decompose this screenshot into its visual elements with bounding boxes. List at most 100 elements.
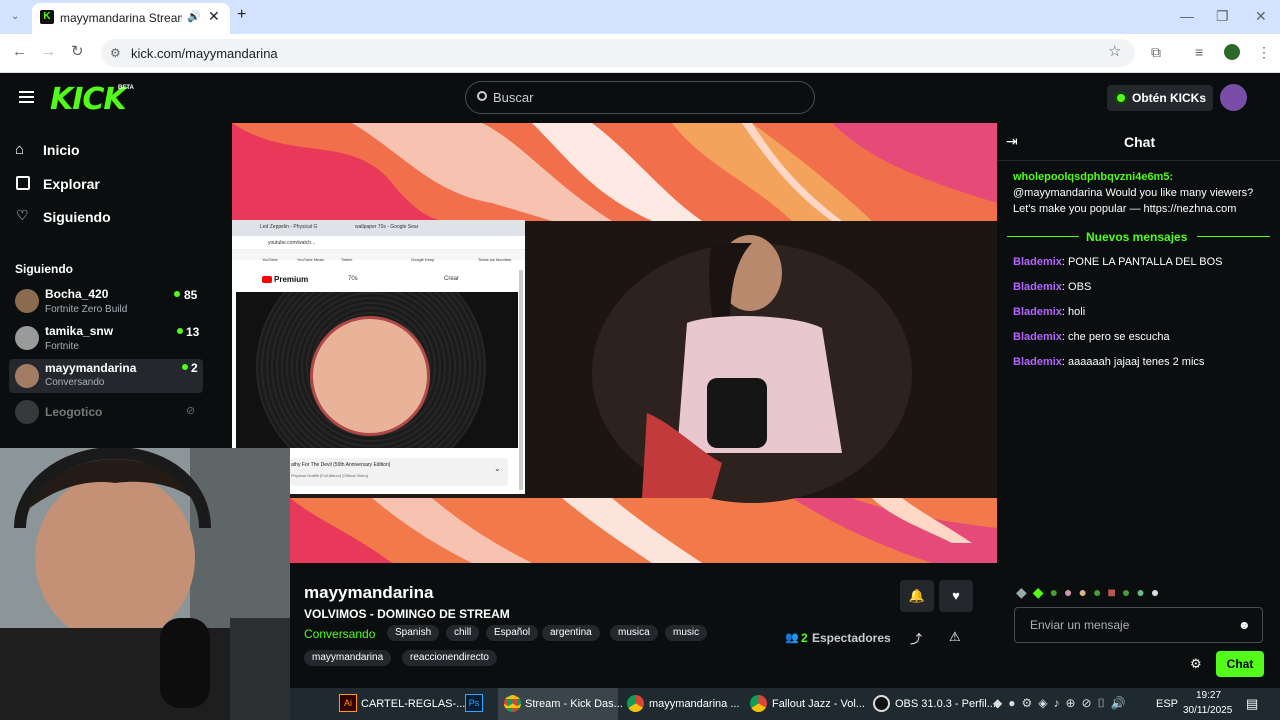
emote-icon[interactable]: ● [1079, 584, 1093, 600]
emote-icon[interactable]: ● [1050, 584, 1064, 600]
chrome-icon[interactable] [504, 695, 521, 712]
collapse-chat-icon[interactable]: ⇥ [1006, 133, 1018, 150]
emote-icon[interactable]: ◆ [1016, 584, 1033, 600]
chat-message: Blademix: OBS [1013, 281, 1092, 293]
taskbar-item[interactable]: mayymandarina ... [649, 698, 739, 710]
url-text: kick.com/mayymandarina [131, 46, 278, 61]
maximize-icon[interactable]: ❐ [1216, 9, 1229, 23]
profile-avatar[interactable] [1224, 44, 1240, 60]
webcam-overlay [0, 448, 290, 720]
chat-settings-icon[interactable]: ⚙ [1190, 656, 1202, 672]
send-chat-button[interactable]: Chat [1216, 651, 1264, 677]
taskbar-item[interactable]: OBS 31.0.3 - Perfil... [895, 698, 996, 710]
chat-text: holi [1068, 306, 1086, 318]
channel-category: Fortnite Zero Build [45, 304, 128, 315]
chat-message: Blademix: aaaaaah jajaaj tenes 2 mics [1013, 356, 1205, 368]
window-close-icon[interactable]: ✕ [1255, 9, 1267, 23]
embedded-bookmark: Twitch [341, 257, 353, 262]
tab-close-icon[interactable]: ✕ [208, 9, 220, 23]
taskbar-item[interactable]: CARTEL-REGLAS-... [361, 698, 465, 710]
chrome-icon[interactable] [750, 695, 767, 712]
nav-explorar[interactable]: Explorar [43, 176, 100, 192]
embedded-bookmark: Google Keep [411, 257, 435, 262]
reload-icon[interactable]: ↻ [71, 44, 84, 59]
notifications-icon[interactable]: ▤ [1246, 696, 1258, 712]
site-info-icon[interactable]: ⚙ [110, 46, 121, 60]
chat-username[interactable]: Blademix [1013, 331, 1062, 343]
photoshop-icon[interactable]: Ps [465, 694, 483, 712]
emote-icon[interactable]: ● [1136, 584, 1150, 600]
chrome-icon[interactable] [627, 695, 644, 712]
language-indicator[interactable]: ESP [1156, 698, 1178, 710]
pinned-user[interactable]: wholepoolqsdphbqvzni4e6m5: [1013, 169, 1173, 185]
user-avatar[interactable] [1220, 84, 1247, 111]
tag[interactable]: Spanish [387, 625, 440, 641]
report-icon[interactable]: ⚠ [949, 629, 961, 645]
illustrator-icon[interactable]: Ai [339, 694, 357, 712]
tray-icons[interactable]: ◆●⚙◈♪⊕⊘⌷🔊 [993, 696, 1132, 711]
embedded-url: youtube.com/watch... [268, 240, 316, 246]
new-tab-icon[interactable]: + [237, 7, 246, 23]
stream-title: VOLVIMOS - DOMINGO DE STREAM [304, 607, 510, 621]
menu-kebab-icon[interactable]: ⋮ [1257, 45, 1271, 59]
channel-name[interactable]: Leogotico [45, 405, 102, 419]
nav-inicio[interactable]: Inicio [43, 142, 80, 158]
tag[interactable]: chill [446, 625, 480, 641]
emote-icon[interactable]: ■ [1107, 584, 1121, 600]
song-expand-icon[interactable]: ⌄ [494, 464, 501, 473]
channel-name[interactable]: Bocha_420 [45, 287, 108, 301]
tab-audio-icon[interactable]: 🔊 [187, 10, 201, 24]
emoji-icon[interactable]: ☻ [1238, 618, 1251, 632]
streamer-name[interactable]: mayymandarina [304, 583, 433, 603]
chat-message: Blademix: holi [1013, 306, 1086, 318]
obs-icon[interactable] [873, 695, 890, 712]
chat-username[interactable]: Blademix [1013, 356, 1062, 368]
pinned-message: @mayymandarina Would you like many viewe… [1013, 187, 1254, 215]
channel-category: Conversando [45, 377, 105, 388]
chat-username[interactable]: Blademix [1013, 306, 1062, 318]
tag[interactable]: argentina [542, 625, 600, 641]
minimize-icon[interactable]: — [1180, 9, 1194, 23]
extensions-icon[interactable]: ⧉ [1151, 45, 1161, 59]
taskbar-item[interactable]: Fallout Jazz - Vol... [772, 698, 865, 710]
song-title: athy For The Devil (50th Anniversary Edi… [291, 462, 391, 468]
clock-time[interactable]: 19:27 [1196, 690, 1221, 701]
tag[interactable]: Español [486, 625, 539, 641]
tag[interactable]: mayymandarina [304, 650, 392, 666]
back-icon[interactable]: ← [12, 44, 27, 59]
scrollbar[interactable] [519, 270, 523, 490]
tag[interactable]: music [665, 625, 708, 641]
share-icon[interactable]: ⤴ [910, 630, 922, 647]
tag[interactable]: musica [610, 625, 658, 641]
chat-username[interactable]: Blademix [1013, 256, 1062, 268]
yt-search-chip: 70s [348, 276, 358, 282]
channel-name[interactable]: tamika_snw [45, 324, 113, 338]
viewer-count: 2 [801, 631, 808, 645]
chat-username[interactable]: Blademix [1013, 281, 1062, 293]
chat-divider [997, 160, 1280, 161]
search-placeholder: Buscar [493, 90, 534, 105]
tag[interactable]: reaccionendirecto [402, 650, 497, 666]
emote-icon[interactable]: ● [1122, 584, 1136, 600]
emote-icon[interactable]: ◆ [1033, 584, 1050, 600]
kicks-coin-icon [1114, 91, 1128, 105]
stream-category[interactable]: Conversando [304, 627, 375, 641]
emote-icon[interactable]: ● [1064, 584, 1078, 600]
channel-name[interactable]: mayymandarina [45, 361, 136, 375]
embedded-bookmark: YouTube Music [297, 257, 325, 262]
nav-siguiendo[interactable]: Siguiendo [43, 209, 111, 225]
vinyl-record [236, 292, 518, 448]
hamburger-menu-icon[interactable] [19, 91, 34, 103]
bookmark-star-icon[interactable]: ☆ [1108, 44, 1121, 59]
clock-date[interactable]: 30/11/2025 [1183, 705, 1232, 716]
notification-bell-button[interactable]: 🔔 [900, 580, 934, 612]
follow-heart-button[interactable]: ♥ [939, 580, 973, 612]
following-title: Siguiendo [15, 262, 73, 276]
taskbar-item[interactable]: Stream - Kick Das... [525, 698, 623, 710]
emote-icon[interactable]: ● [1151, 584, 1165, 600]
media-control-icon[interactable]: ≡ [1195, 45, 1203, 59]
kick-logo[interactable]: KICK [50, 82, 127, 117]
emote-icon[interactable]: ● [1093, 584, 1107, 600]
forward-icon[interactable]: → [41, 44, 56, 59]
tab-search-icon[interactable]: ⌄ [11, 10, 19, 24]
